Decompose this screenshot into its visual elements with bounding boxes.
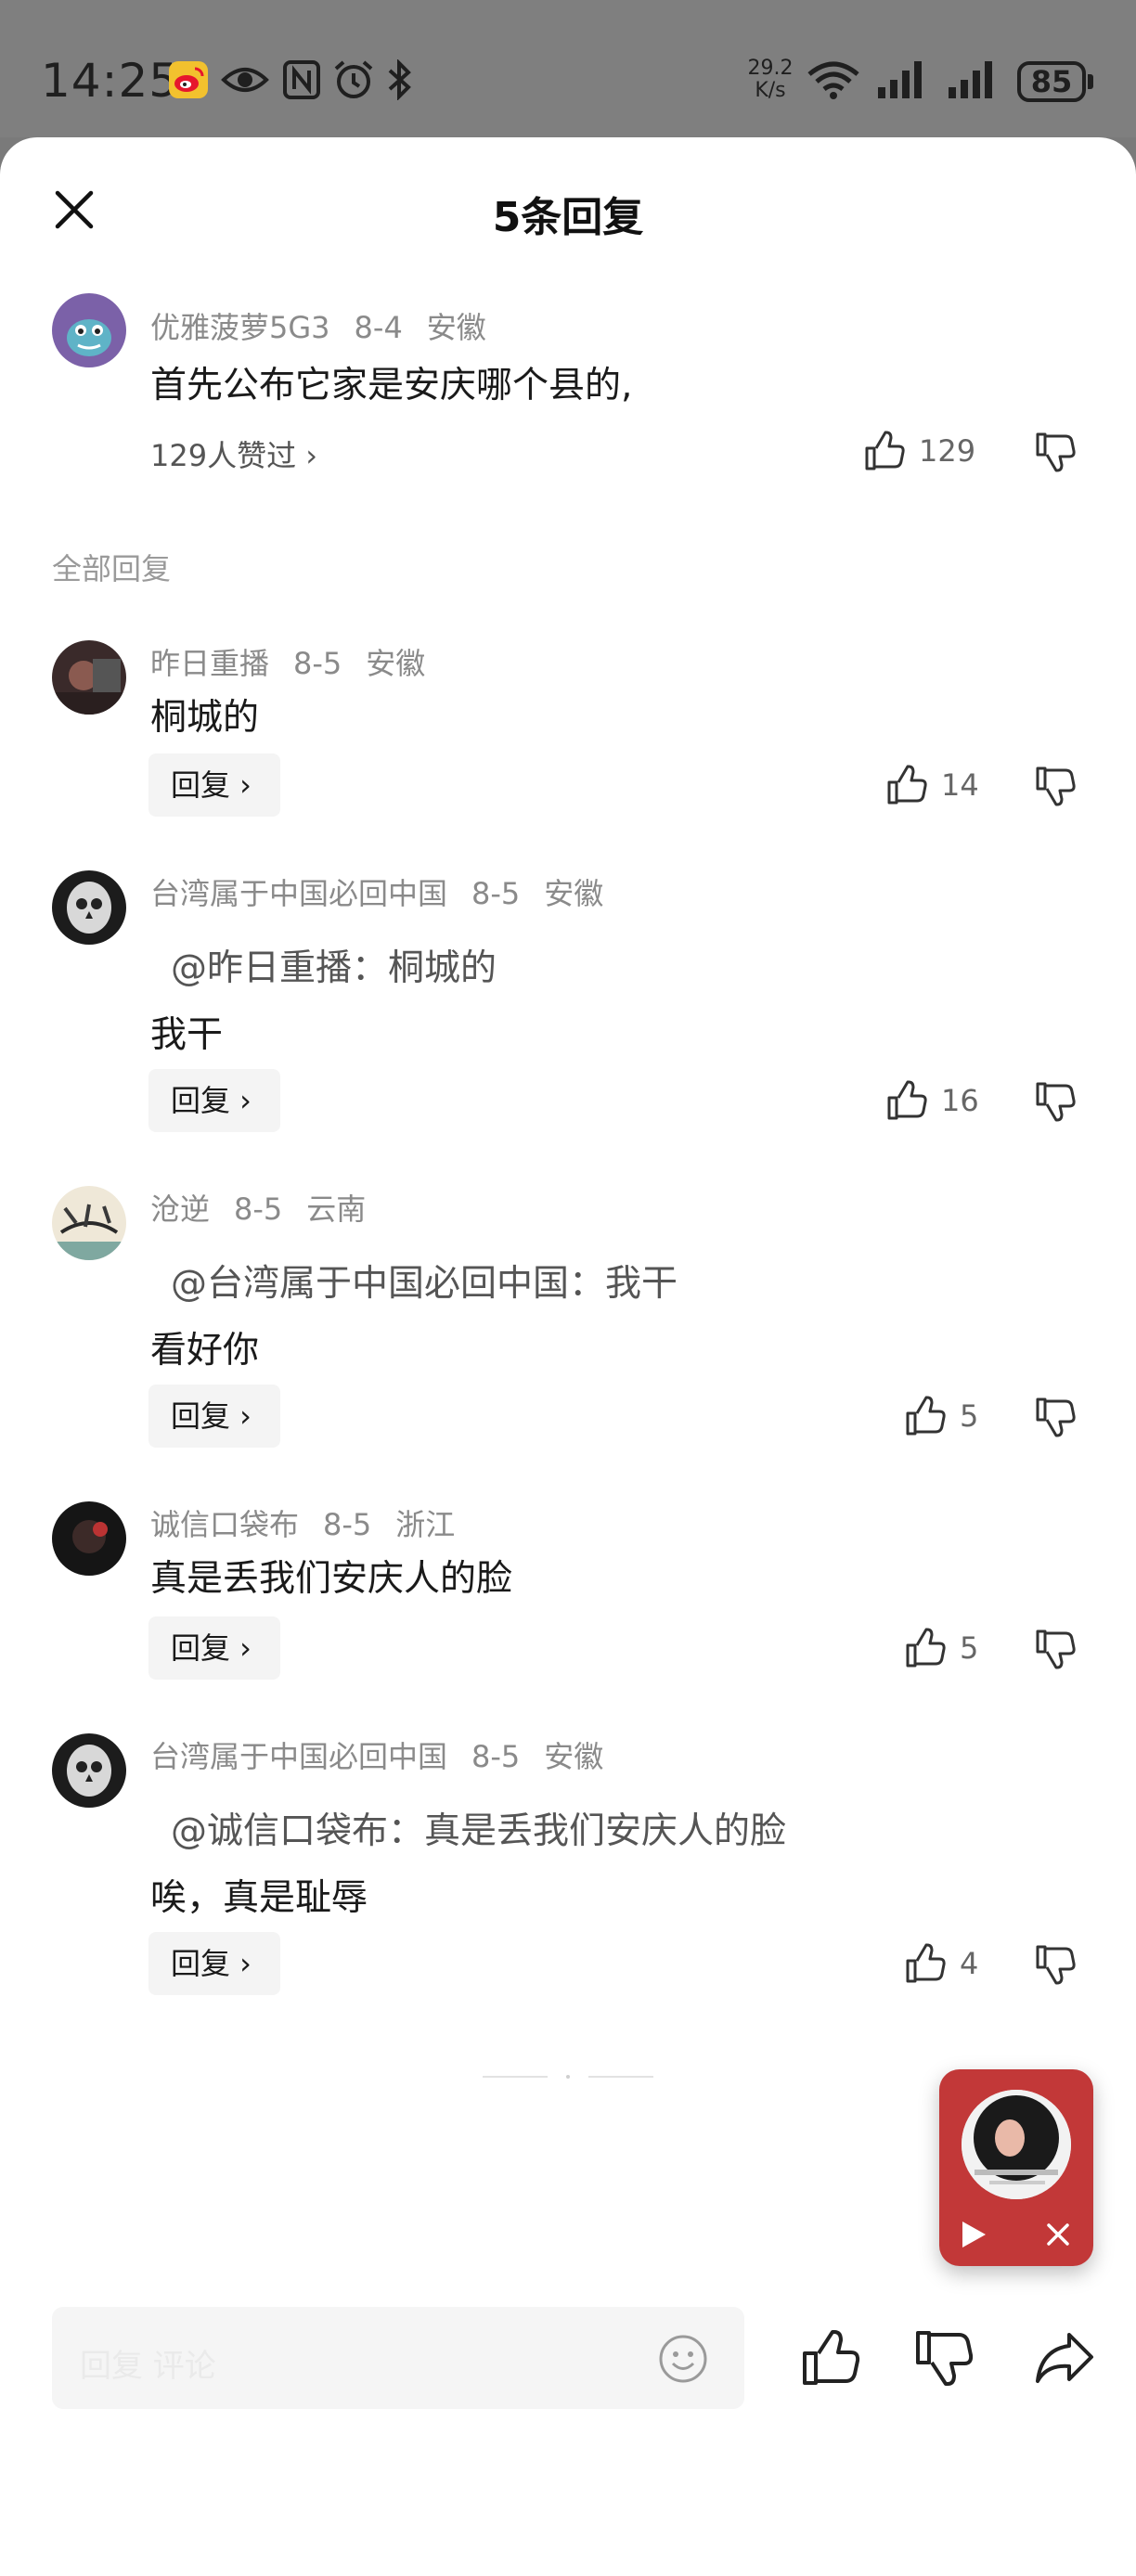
liked-by-link[interactable]: 129人赞过 › [150,432,317,475]
thumbs-up-icon [906,1628,946,1668]
emoji-icon[interactable] [657,2333,709,2385]
floating-music-player[interactable] [939,2069,1093,2266]
reply-sheet: 5条回复 优雅菠萝5G3 8-4 安徽 首先公布它家是安庆哪个县的, 129人赞过 … [0,137,1136,2576]
reply-button[interactable]: 回复 › [148,1385,280,1448]
reply-button[interactable]: 回复 › [148,1932,280,1995]
alarm-icon [334,60,373,98]
like-button[interactable]: 4 [904,1938,978,1990]
thumbs-up-icon [906,1943,946,1983]
weibo-icon [169,61,208,98]
thumbs-up-icon [887,1080,927,1120]
quoted-reply: @台湾属于中国必回中国：我干 [171,1263,678,1305]
share-icon[interactable] [1034,2327,1095,2389]
avatar[interactable] [52,870,126,945]
avatar[interactable] [52,1501,126,1576]
like-count: 14 [941,767,979,803]
username[interactable]: 昨日重播 [150,646,269,681]
eye-icon [221,68,269,92]
battery-indicator: 85 [1017,61,1086,102]
reply-meta: 昨日重播 8-5 安徽 [150,640,449,683]
comment-date: 8-4 [354,310,403,345]
reply-button[interactable]: 回复 › [148,1616,280,1680]
avatar[interactable] [52,1186,126,1260]
section-label: 全部回复 [52,551,172,586]
avatar[interactable] [52,1733,126,1808]
avatar[interactable] [52,640,126,715]
username[interactable]: 台湾属于中国必回中国 [150,1739,447,1774]
like-count: 129 [919,433,976,469]
thumbs-down-icon[interactable] [1034,1628,1077,1670]
reply-button[interactable]: 回复 › [148,1069,280,1132]
thumbs-up-icon[interactable] [800,2327,861,2389]
thumbs-down-icon[interactable] [1034,1396,1077,1438]
reply-text: 真是丢我们安庆人的脸 [150,1558,513,1600]
reply-meta: 台湾属于中国必回中国 8-5 安徽 [150,1733,627,1776]
page-title: 5条回复 [492,194,644,241]
battery-tip [1088,74,1093,89]
reply-meta: 诚信口袋布 8-5 浙江 [150,1501,479,1544]
reply-meta: 沧逆 8-5 云南 [150,1186,390,1229]
nfc-icon [283,60,320,99]
reply-location: 云南 [306,1191,367,1227]
like-count: 5 [960,1630,979,1666]
reply-input-placeholder: 回复 评论 [80,2348,216,2385]
reply-date: 8-5 [323,1507,372,1542]
reply-date: 8-5 [471,1739,521,1774]
album-cover-icon [962,2090,1071,2199]
like-button[interactable]: 129 [863,425,975,477]
like-button[interactable]: 16 [885,1075,979,1127]
avatar[interactable] [52,293,126,367]
end-of-list-divider [483,2075,653,2079]
username[interactable]: 诚信口袋布 [150,1507,299,1542]
reply-text: 唉，真是耻辱 [150,1877,368,1919]
signal-icon [878,61,922,98]
reply-button[interactable]: 回复 › [148,753,280,817]
reply-text: 我干 [150,1014,224,1056]
comment-text: 首先公布它家是安庆哪个县的, [150,365,633,406]
comment-meta: 优雅菠萝5G3 8-4 安徽 [150,304,510,347]
status-bar: 14:25 29.2 K/s 85 [0,0,1136,137]
thumbs-down-icon[interactable] [1034,431,1077,473]
play-icon[interactable] [960,2220,988,2249]
reply-input[interactable]: 回复 评论 [52,2307,744,2409]
network-speed-value: 29.2 [747,57,794,80]
wifi-icon [807,61,859,99]
thumbs-up-icon [887,765,927,805]
quoted-reply: @昨日重播：桐城的 [171,947,497,989]
thumbs-down-icon[interactable] [1034,1943,1077,1986]
reply-meta: 台湾属于中国必回中国 8-5 安徽 [150,870,627,913]
reply-location: 浙江 [395,1507,456,1542]
network-speed-unit: K/s [755,79,786,102]
status-time: 14:25 [41,54,180,108]
thumbs-up-icon [865,431,905,470]
comment-location: 安徽 [426,310,486,345]
reply-text: 看好你 [150,1330,260,1372]
like-button[interactable]: 5 [904,1622,978,1674]
network-speed: 29.2 K/s [742,58,798,102]
username[interactable]: 优雅菠萝5G3 [150,310,330,345]
like-button[interactable]: 14 [885,759,979,811]
reply-date: 8-5 [234,1191,283,1227]
reply-date: 8-5 [471,876,521,911]
like-button[interactable]: 5 [904,1390,978,1442]
reply-location: 安徽 [366,646,426,681]
thumbs-down-icon[interactable] [913,2327,975,2389]
username[interactable]: 台湾属于中国必回中国 [150,876,447,911]
reply-location: 安徽 [544,876,604,911]
reply-text: 桐城的 [150,697,260,739]
bluetooth-icon [388,59,411,100]
quoted-reply: @诚信口袋布：真是丢我们安庆人的脸 [171,1810,787,1852]
like-count: 5 [960,1398,979,1434]
like-count: 16 [941,1083,979,1118]
like-count: 4 [960,1946,979,1981]
reply-date: 8-5 [293,646,342,681]
signal-icon [949,61,992,98]
thumbs-down-icon[interactable] [1034,765,1077,807]
username[interactable]: 沧逆 [150,1191,210,1227]
thumbs-up-icon [906,1396,946,1436]
close-icon[interactable] [1045,2222,1071,2248]
reply-location: 安徽 [544,1739,604,1774]
thumbs-down-icon[interactable] [1034,1080,1077,1123]
